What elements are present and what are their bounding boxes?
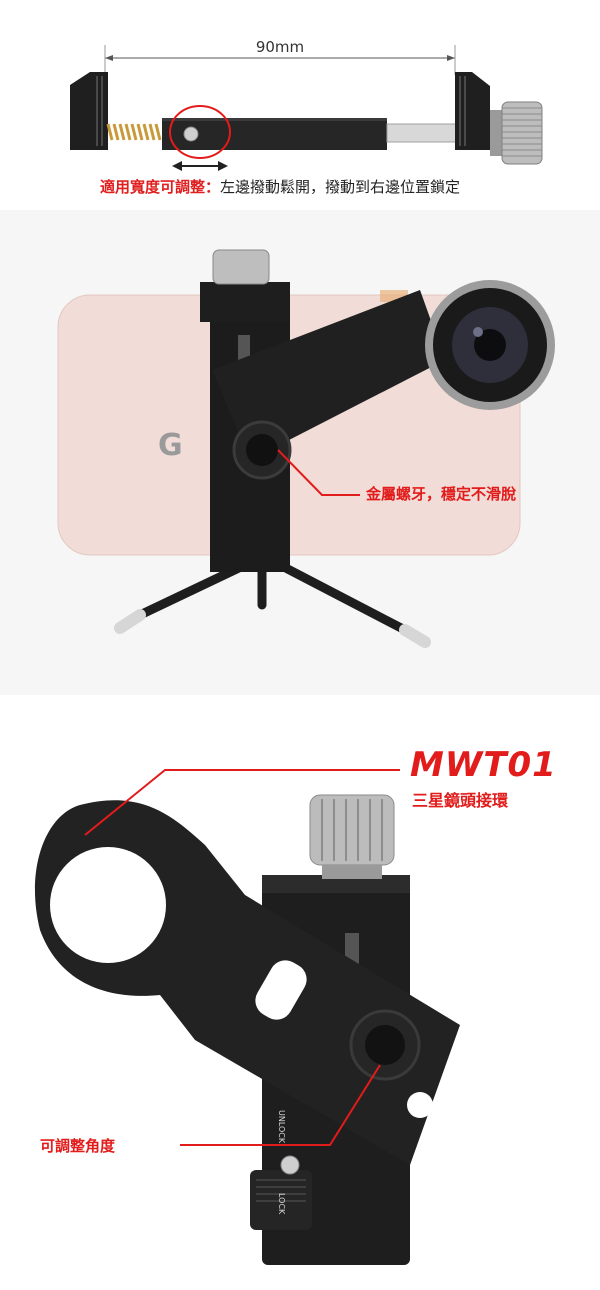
width-caption-label: 適用寬度可調整： [100, 178, 221, 196]
width-caption-text: 左邊撥動鬆開，撥動到右邊位置鎖定 [220, 178, 461, 196]
model-number: MWT01 [410, 745, 557, 785]
dimension-label: 90mm [255, 38, 305, 56]
spring [106, 123, 162, 141]
adapter-detail-panel: MWT01 三星鏡頭接環 可調整角度 UNLOCK LOCK [0, 695, 600, 1290]
knurled-knob [501, 101, 543, 165]
lock-slider [183, 126, 199, 142]
top-knurled-knob [212, 249, 270, 285]
phone-logo: G [158, 428, 183, 463]
model-description: 三星鏡頭接環 [412, 791, 509, 810]
unlock-label: UNLOCK [277, 1110, 286, 1144]
phone-on-tripod-photo [57, 249, 555, 648]
lock-slider-button [280, 1155, 300, 1175]
clamp-top [200, 282, 290, 322]
thread-callout: 金屬螺牙，穩定不滑脫 [366, 485, 517, 503]
width-caption: 適用寬度可調整：左邊撥動鬆開，撥動到右邊位置鎖定 [100, 176, 460, 197]
lock-label: LOCK [277, 1193, 286, 1215]
phone-mount-panel: G 金屬螺牙，穩定不滑脫 [0, 210, 600, 695]
width-adjust-panel: 90mm 適用寬度可調整：左邊撥動鬆開，撥動到右邊位置鎖定 [0, 0, 600, 210]
angle-callout: 可調整角度 [40, 1137, 116, 1155]
steel-rod [386, 123, 463, 143]
tripod-legs [135, 560, 410, 635]
lens-ring-hole [50, 847, 166, 963]
